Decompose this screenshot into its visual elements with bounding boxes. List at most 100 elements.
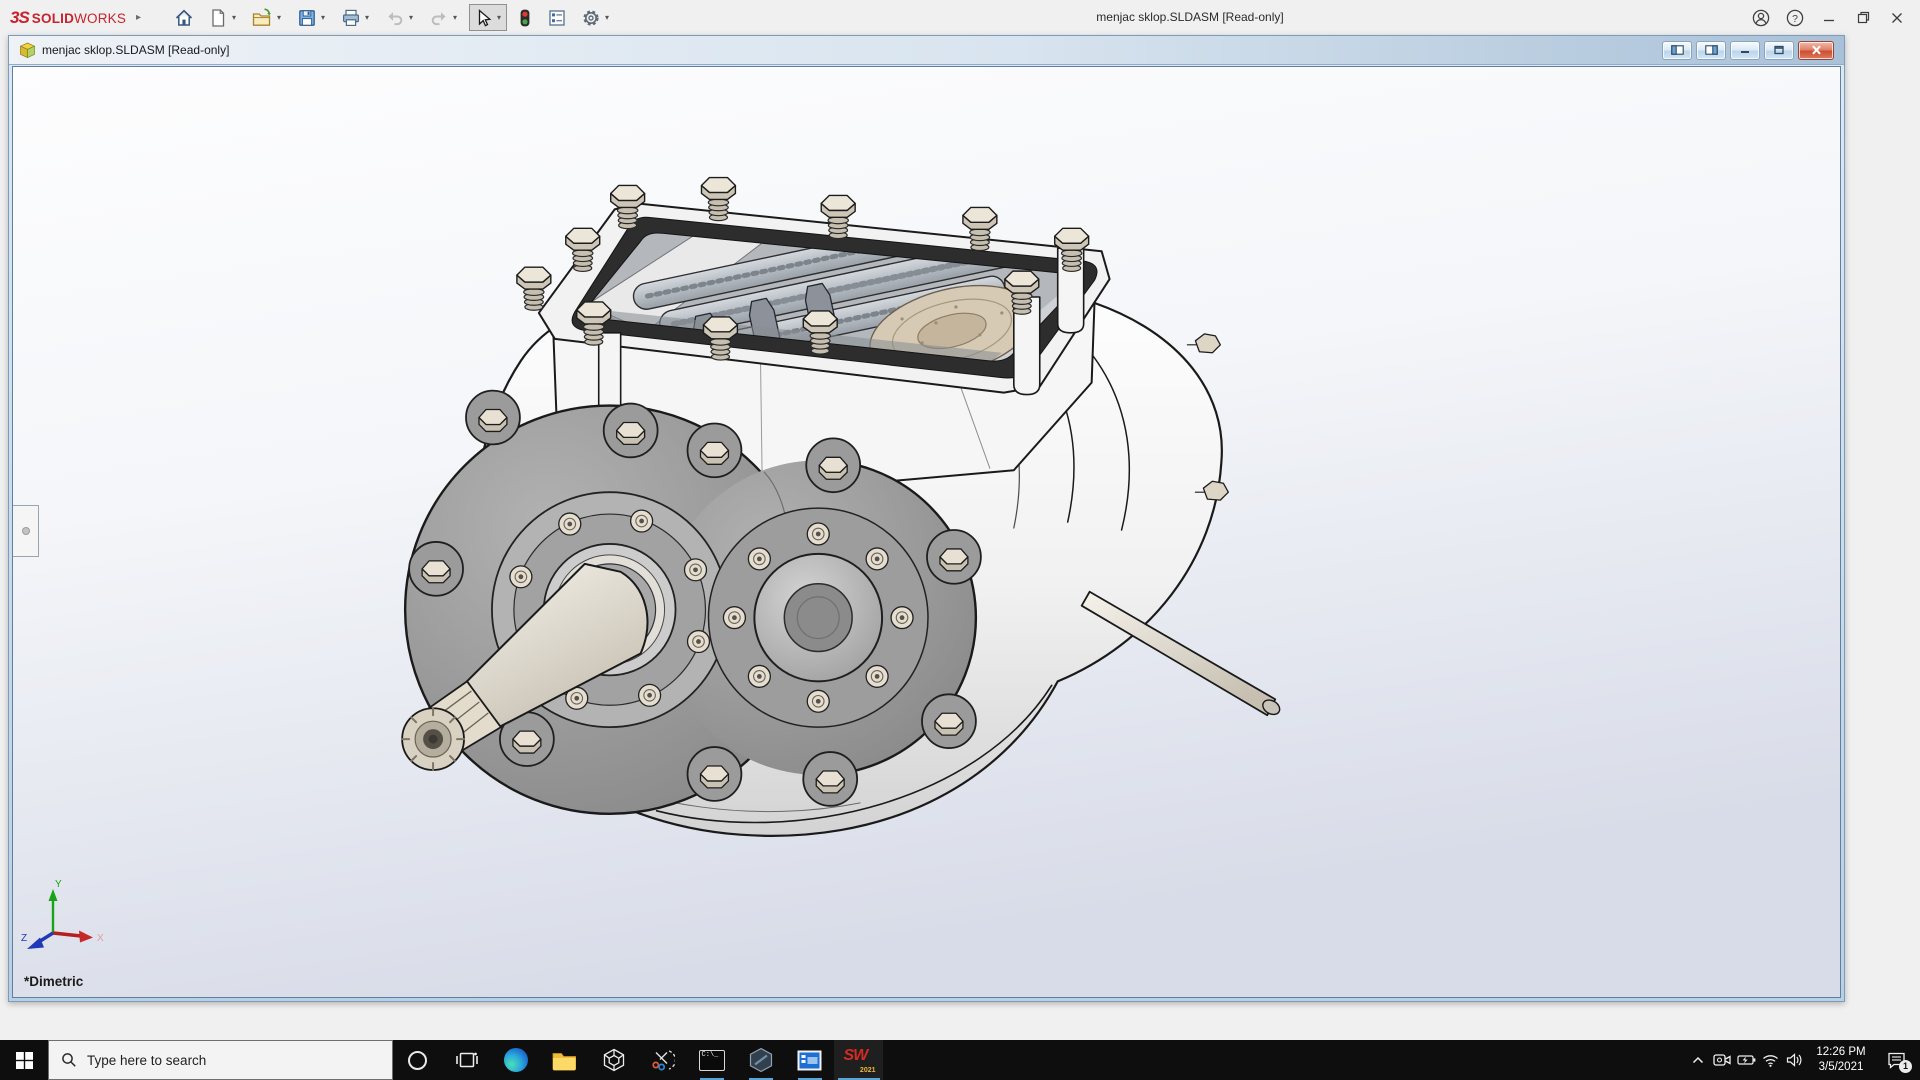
- z-axis-label: Z: [21, 933, 27, 944]
- solidworks-app-icon: SW 2021: [843, 1047, 876, 1074]
- spline-end-face[interactable]: [401, 707, 466, 771]
- user-account-button[interactable]: [1744, 0, 1778, 35]
- tray-volume[interactable]: [1782, 1040, 1806, 1080]
- select-tool-button[interactable]: ▾: [469, 4, 508, 31]
- taskbar-solidworks[interactable]: SW 2021: [834, 1040, 883, 1080]
- taskbar-file-explorer[interactable]: [540, 1040, 589, 1080]
- taskbar-task-view[interactable]: [442, 1040, 491, 1080]
- taskbar-clock[interactable]: 12:26 PM 3/5/2021: [1810, 1045, 1872, 1075]
- 3d-viewer-icon: [603, 1048, 624, 1072]
- search-icon: [62, 1053, 76, 1067]
- redo-dropdown[interactable]: ▾: [451, 13, 459, 22]
- view-orientation-label: *Dimetric: [24, 974, 84, 989]
- doc-restore-button[interactable]: [1764, 40, 1794, 60]
- redo-button[interactable]: ▾: [425, 4, 463, 31]
- save-dropdown[interactable]: ▾: [319, 13, 327, 22]
- y-axis-label: Y: [55, 879, 62, 890]
- new-document-button[interactable]: ▾: [204, 4, 242, 31]
- document-title: menjac sklop.SLDASM [Read-only]: [42, 43, 230, 57]
- orientation-triad: Y X Z: [21, 879, 104, 949]
- print-button[interactable]: ▾: [337, 4, 375, 31]
- logo-text-works: WORKS: [74, 10, 127, 26]
- save-button[interactable]: ▾: [293, 4, 331, 31]
- solidworks-app: 3S SOLID WORKS ▸ ▾ ▾ ▾ ▾ ▾ ▾ ▾ ▾ menjac …: [0, 0, 1920, 1080]
- doc-close-button[interactable]: [1798, 40, 1834, 60]
- y-axis-arrow: [48, 889, 58, 901]
- left-pane-toggle-button[interactable]: [1662, 40, 1692, 60]
- panel-handle-dot-icon: [21, 527, 30, 535]
- taskbar-snip-sketch[interactable]: [638, 1040, 687, 1080]
- snip-sketch-icon: [651, 1050, 675, 1071]
- minimize-button[interactable]: [1812, 0, 1846, 35]
- taskbar-composer-app[interactable]: [736, 1040, 785, 1080]
- open-button[interactable]: ▾: [248, 4, 287, 31]
- save-icon: [299, 9, 315, 26]
- document-titlebar[interactable]: menjac sklop.SLDASM [Read-only]: [9, 36, 1844, 65]
- doc-minimize-icon: [1741, 51, 1749, 53]
- help-button[interactable]: ?: [1778, 0, 1812, 35]
- graphics-viewport[interactable]: Y X Z *Dimetric: [12, 66, 1841, 998]
- open-dropdown[interactable]: ▾: [275, 13, 283, 22]
- options-button[interactable]: ▾: [577, 4, 615, 31]
- taskbar-search-input[interactable]: Type here to search: [48, 1040, 393, 1080]
- notification-badge: 1: [1899, 1060, 1912, 1073]
- help-icon: ?: [1786, 9, 1804, 26]
- close-app-button[interactable]: [1880, 0, 1914, 35]
- main-titlebar: 3S SOLID WORKS ▸ ▾ ▾ ▾ ▾ ▾ ▾ ▾ ▾ menjac …: [0, 0, 1920, 35]
- clock-time: 12:26 PM: [1816, 1046, 1866, 1059]
- tray-meet-now[interactable]: [1710, 1040, 1734, 1080]
- minimize-icon: [1824, 19, 1834, 21]
- taskbar-edge[interactable]: [491, 1040, 540, 1080]
- speaker-icon: [1786, 1053, 1801, 1067]
- chevron-up-icon: [1692, 1056, 1704, 1064]
- taskbar-cortana[interactable]: [393, 1040, 442, 1080]
- edge-icon: [503, 1048, 528, 1072]
- options-dropdown[interactable]: ▾: [603, 13, 611, 22]
- new-document-dropdown[interactable]: ▾: [230, 13, 238, 22]
- tray-show-hidden-icons[interactable]: [1686, 1040, 1710, 1080]
- start-button[interactable]: [0, 1040, 48, 1080]
- taskbar-media-app[interactable]: [785, 1040, 834, 1080]
- action-center-button[interactable]: 1: [1876, 1040, 1916, 1080]
- menu-expand-arrow-icon[interactable]: ▸: [136, 12, 141, 23]
- undo-button[interactable]: ▾: [381, 4, 419, 31]
- maximize-restore-button[interactable]: [1846, 0, 1880, 35]
- tray-network[interactable]: [1758, 1040, 1782, 1080]
- document-window-controls: [1662, 40, 1838, 60]
- x-axis-label: X: [97, 933, 104, 944]
- windows-logo-icon: [15, 1051, 33, 1069]
- taskbar-command-prompt[interactable]: C:\_: [687, 1040, 736, 1080]
- assembly-document-icon: [19, 42, 36, 58]
- select-tool-dropdown[interactable]: ▾: [495, 13, 503, 22]
- logo-text-solid: SOLID: [31, 10, 75, 26]
- file-properties-button[interactable]: [543, 4, 571, 31]
- solidworks-logo-mark-icon: 3S: [10, 7, 30, 27]
- battery-charging-icon: [1736, 1055, 1755, 1065]
- gearbox-3d-model[interactable]: [13, 67, 1840, 997]
- feature-panel-collapsed-tab[interactable]: [13, 505, 39, 557]
- right-pane-icon: [1704, 45, 1718, 55]
- doc-minimize-button[interactable]: [1730, 40, 1760, 60]
- rebuild-traffic-light-icon: [520, 9, 530, 26]
- tray-battery[interactable]: [1734, 1040, 1758, 1080]
- redo-icon: [431, 11, 446, 25]
- home-button[interactable]: [170, 4, 198, 31]
- search-placeholder: Type here to search: [87, 1052, 207, 1068]
- system-tray: 12:26 PM 3/5/2021 1: [1686, 1040, 1920, 1080]
- user-icon: [1752, 9, 1770, 26]
- taskbar-3d-viewer[interactable]: [589, 1040, 638, 1080]
- undo-icon: [388, 11, 403, 25]
- app-title: menjac sklop.SLDASM [Read-only]: [1096, 10, 1284, 24]
- file-explorer-icon: [552, 1052, 576, 1070]
- select-cursor-icon: [478, 8, 492, 26]
- wifi-icon: [1762, 1054, 1778, 1067]
- windows-taskbar: Type here to search C:\_ SW 2021 12:26 P…: [0, 1040, 1920, 1080]
- rebuild-button[interactable]: [513, 4, 537, 31]
- print-dropdown[interactable]: ▾: [363, 13, 371, 22]
- output-bearing-cover[interactable]: [707, 507, 929, 728]
- file-properties-icon: [549, 9, 565, 26]
- solidworks-logo: 3S SOLID WORKS: [0, 8, 128, 28]
- task-view-icon: [455, 1052, 478, 1068]
- undo-dropdown[interactable]: ▾: [407, 13, 415, 22]
- right-pane-toggle-button[interactable]: [1696, 40, 1726, 60]
